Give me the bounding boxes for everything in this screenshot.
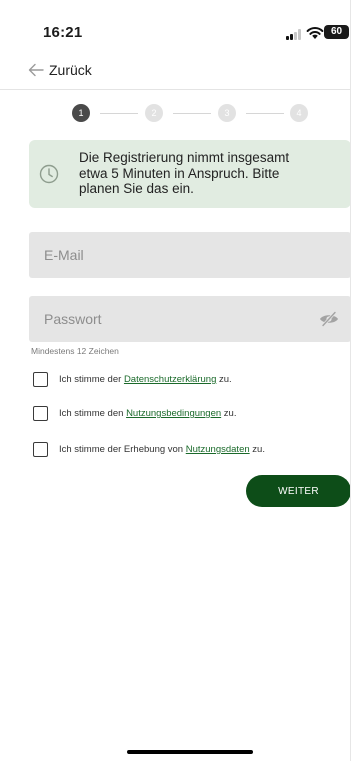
home-indicator[interactable] xyxy=(127,750,253,754)
info-banner: Die Registrierung nimmt insgesamt etwa 5… xyxy=(29,140,351,208)
status-time: 16:21 xyxy=(43,24,83,41)
consent-text: Ich stimme der Datenschutzerklärung zu. xyxy=(59,374,232,385)
nav-bar: Zurück xyxy=(0,56,351,90)
step-4: 4 xyxy=(290,104,308,122)
info-text: Die Registrierung nimmt insgesamt etwa 5… xyxy=(79,150,290,196)
terms-link[interactable]: Nutzungsbedingungen xyxy=(126,408,221,419)
step-connector xyxy=(173,113,211,114)
password-input[interactable] xyxy=(29,296,351,342)
clock-icon xyxy=(39,164,59,184)
email-input[interactable] xyxy=(29,232,351,278)
back-label: Zurück xyxy=(49,62,92,78)
status-bar: 16:21 60 xyxy=(0,0,351,60)
step-2: 2 xyxy=(145,104,163,122)
password-hint: Mindestens 12 Zeichen xyxy=(31,346,119,356)
step-connector xyxy=(246,113,284,114)
step-connector xyxy=(100,113,138,114)
usage-data-checkbox[interactable] xyxy=(33,442,48,457)
back-button[interactable]: Zurück xyxy=(28,62,92,78)
privacy-link[interactable]: Datenschutzerklärung xyxy=(124,374,216,385)
consent-text: Ich stimme den Nutzungsbedingungen zu. xyxy=(59,408,237,419)
cellular-signal-icon xyxy=(286,29,302,40)
consent-terms: Ich stimme den Nutzungsbedingungen zu. xyxy=(33,406,236,421)
progress-stepper: 1 2 3 4 xyxy=(72,104,310,124)
battery-icon: 60 xyxy=(324,25,349,39)
step-1: 1 xyxy=(72,104,90,122)
email-field[interactable] xyxy=(29,232,351,278)
eye-off-icon[interactable] xyxy=(319,311,339,327)
consent-privacy: Ich stimme der Datenschutzerklärung zu. xyxy=(33,372,232,387)
privacy-checkbox[interactable] xyxy=(33,372,48,387)
usage-data-link[interactable]: Nutzungsdaten xyxy=(186,444,250,455)
terms-checkbox[interactable] xyxy=(33,406,48,421)
next-button[interactable]: WEITER xyxy=(246,475,351,507)
wifi-icon xyxy=(306,27,324,39)
password-field[interactable] xyxy=(29,296,351,342)
consent-usage-data: Ich stimme der Erhebung von Nutzungsdate… xyxy=(33,442,265,457)
step-3: 3 xyxy=(218,104,236,122)
arrow-left-icon xyxy=(28,63,44,77)
consent-text: Ich stimme der Erhebung von Nutzungsdate… xyxy=(59,444,265,455)
